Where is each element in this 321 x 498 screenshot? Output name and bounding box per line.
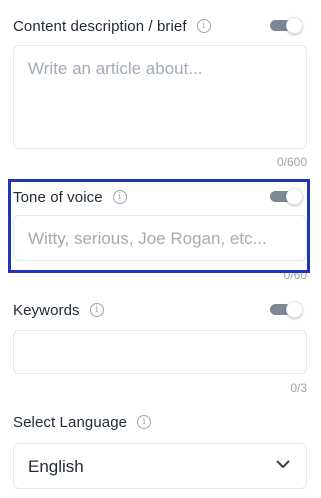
- toggle-knob: [286, 17, 303, 34]
- language-label: Select Language: [13, 413, 128, 431]
- content-brief-counter: 0/600: [276, 155, 307, 169]
- content-settings-panel: Content description / brief i Write an a…: [0, 0, 321, 498]
- toggle-knob: [286, 301, 303, 318]
- content-brief-label: Content description / brief: [13, 17, 187, 35]
- keywords-toggle[interactable]: [270, 301, 303, 318]
- keywords-label: Keywords: [13, 301, 80, 319]
- keywords-counter: 0/3: [290, 381, 307, 395]
- info-icon[interactable]: i: [137, 415, 152, 429]
- language-select[interactable]: English: [13, 443, 307, 489]
- tone-highlight-box: [8, 179, 310, 273]
- info-icon[interactable]: i: [89, 303, 104, 317]
- language-label-row: Select Language i: [13, 411, 307, 433]
- keywords-label-row: Keywords i: [13, 299, 307, 321]
- keywords-input[interactable]: [13, 330, 307, 374]
- content-brief-textarea[interactable]: Write an article about...: [13, 45, 307, 149]
- content-brief-label-row: Content description / brief i: [13, 15, 307, 37]
- language-selected-value: English: [28, 457, 84, 476]
- content-brief-placeholder: Write an article about...: [28, 59, 203, 78]
- info-icon[interactable]: i: [196, 19, 211, 33]
- chevron-down-icon: [276, 460, 290, 468]
- content-brief-toggle[interactable]: [270, 17, 303, 34]
